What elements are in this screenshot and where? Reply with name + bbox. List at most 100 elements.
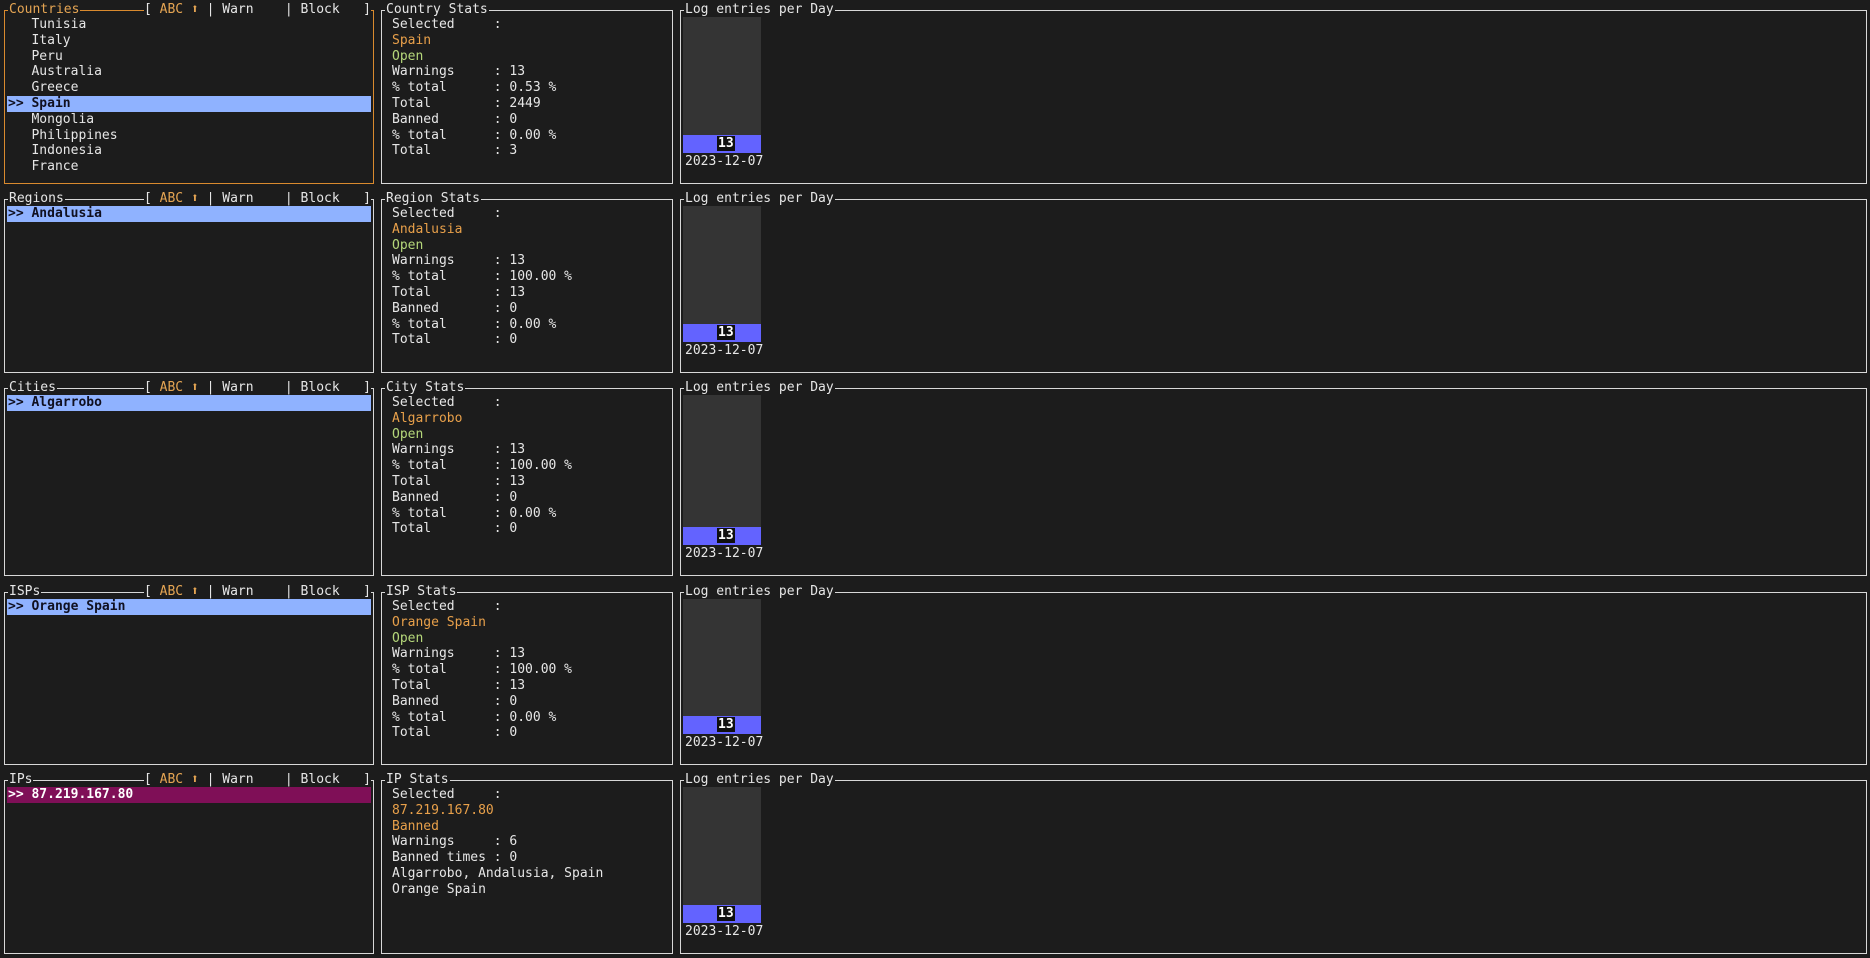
stat-line: Algarrobo, Andalusia, Spain (392, 865, 604, 881)
stat-line: % total : 0.00 % (392, 127, 557, 143)
sort-block-button[interactable]: | Block (277, 191, 363, 206)
sort-abc-button[interactable]: ABC ⬆ (152, 380, 199, 395)
chart-bar: 13 (683, 905, 761, 923)
list-item-selected[interactable]: >> Orange Spain (7, 599, 371, 615)
chart-date-label: 2023-12-07 (685, 154, 764, 169)
stat-line: Total : 3 (392, 143, 518, 159)
chart-bar: 13 (683, 527, 761, 545)
list-item[interactable]: Tunisia (7, 17, 371, 33)
chart-date-label: 2023-12-07 (685, 343, 764, 358)
list-item[interactable]: France (7, 159, 371, 175)
chart-column-background (683, 599, 761, 734)
city-log-chart-title: Log entries per Day (684, 380, 835, 396)
sort-abc-button[interactable]: ABC ⬆ (152, 2, 199, 17)
regions-list[interactable]: >> Andalusia (7, 206, 371, 222)
isp-log-chart: 13 2023-12-07 (683, 599, 763, 764)
sort-abc-button[interactable]: ABC ⬆ (152, 772, 199, 787)
stat-line: Banned times : 0 (392, 850, 518, 866)
list-item[interactable]: Australia (7, 64, 371, 80)
sort-warn-button[interactable]: | Warn (199, 2, 277, 17)
chart-bar: 13 (683, 135, 761, 153)
stat-line: % total : 100.00 % (392, 662, 573, 678)
sort-abc-button[interactable]: ABC ⬆ (152, 584, 199, 599)
list-item-selected[interactable]: >> 87.219.167.80 (7, 787, 371, 803)
stat-line: Total : 2449 (392, 95, 541, 111)
country-stats: Selected : Spain Open Warnings : 13% total … (392, 17, 668, 159)
list-item[interactable]: Italy (7, 33, 371, 49)
city-log-chart: 13 2023-12-07 (683, 395, 763, 575)
country-log-chart-title: Log entries per Day (684, 2, 835, 18)
ip-stats: Selected :87.219.167.80 Banned Warnings : … (392, 787, 668, 898)
isps-list-title: ISPs (8, 584, 42, 600)
stat-line: Selected : (392, 787, 502, 802)
list-item-selected[interactable]: >> Algarrobo (7, 395, 371, 411)
list-item[interactable]: Indonesia (7, 143, 371, 159)
stat-line: % total : 0.00 % (392, 709, 557, 725)
sort-block-button[interactable]: | Block (277, 2, 363, 17)
ips-list[interactable]: >> 87.219.167.80 (7, 787, 371, 803)
chart-bar-value: 13 (717, 906, 735, 921)
list-item-selected[interactable]: >> Andalusia (7, 206, 371, 222)
isps-sort-bar: [ ABC ⬆ | Warn | Block ] (144, 584, 371, 600)
list-item[interactable]: Peru (7, 49, 371, 65)
stat-line: Banned : 0 (392, 489, 518, 505)
cities-list[interactable]: >> Algarrobo (7, 395, 371, 411)
stat-line: Total : 0 (392, 725, 518, 741)
stat-line: Algarrobo (392, 410, 463, 426)
stat-line: Spain (392, 32, 432, 48)
chart-column-background (683, 395, 761, 545)
sort-block-button[interactable]: | Block (277, 584, 363, 599)
stat-line: Total : 0 (392, 332, 518, 348)
stat-line: % total : 100.00 % (392, 458, 573, 474)
city-stats-panel: City Stats Selected : Algarrobo Open Warnin… (381, 380, 673, 576)
stat-line: % total : 0.00 % (392, 505, 557, 521)
regions-list-panel[interactable]: Regions [ ABC ⬆ | Warn | Block ] >> Anda… (4, 191, 374, 373)
sort-block-button[interactable]: | Block (277, 380, 363, 395)
chart-column-background (683, 206, 761, 342)
regions-list-title: Regions (8, 191, 65, 207)
sort-block-button[interactable]: | Block (277, 772, 363, 787)
stat-line: Open (392, 630, 424, 646)
ip-log-chart: 13 2023-12-07 (683, 787, 763, 953)
countries-list[interactable]: Tunisia Italy Peru Australia Greece >> Sp… (7, 17, 371, 175)
list-item[interactable]: Greece (7, 80, 371, 96)
isps-list-panel[interactable]: ISPs [ ABC ⬆ | Warn | Block ] >> Orange … (4, 584, 374, 765)
stat-line: Banned : 0 (392, 111, 518, 127)
stat-line: Open (392, 426, 424, 442)
stat-line: Warnings : 13 (392, 646, 526, 662)
sort-warn-button[interactable]: | Warn (199, 380, 277, 395)
countries-list-title: Countries (8, 2, 81, 18)
stat-line: Selected : (392, 395, 502, 410)
region-stats: Selected : Andalusia Open Warnings : 13% to… (392, 206, 668, 348)
stat-line: Banned : 0 (392, 693, 518, 709)
ip-stats-title: IP Stats (385, 772, 450, 788)
list-item[interactable]: Philippines (7, 128, 371, 144)
stat-line: Total : 13 (392, 677, 526, 693)
stat-line: Total : 13 (392, 473, 526, 489)
list-item-selected[interactable]: >> Spain (7, 95, 371, 112)
isp-log-chart-panel: Log entries per Day 13 2023-12-07 (680, 584, 1867, 765)
region-stats-panel: Region Stats Selected : Andalusia Open Warn… (381, 191, 673, 373)
stat-line: Orange Spain (392, 614, 486, 630)
city-stats-title: City Stats (385, 380, 466, 396)
stat-line: Warnings : 13 (392, 64, 526, 80)
ip-stats-panel: IP Stats Selected :87.219.167.80 Banned Wa… (381, 772, 673, 954)
stat-line: Selected : (392, 599, 502, 614)
chart-bar-value: 13 (717, 136, 735, 151)
cities-list-title: Cities (8, 380, 57, 396)
list-item[interactable]: Mongolia (7, 112, 371, 128)
cities-list-panel[interactable]: Cities [ ABC ⬆ | Warn | Block ] >> Algar… (4, 380, 374, 576)
stat-line: Open (392, 48, 424, 64)
sort-abc-button[interactable]: ABC ⬆ (152, 191, 199, 206)
chart-bar-value: 13 (717, 717, 735, 732)
countries-list-panel[interactable]: Countries [ ABC ⬆ | Warn | Block ] Tunis… (4, 2, 374, 184)
stat-line: Total : 0 (392, 521, 518, 537)
country-stats-panel: Country Stats Selected : Spain Open Warning… (381, 2, 673, 184)
ips-list-panel[interactable]: IPs [ ABC ⬆ | Warn | Block ] >> 87.219.1… (4, 772, 374, 954)
ip-log-chart-title: Log entries per Day (684, 772, 835, 788)
ip-log-chart-panel: Log entries per Day 13 2023-12-07 (680, 772, 1867, 954)
sort-warn-button[interactable]: | Warn (199, 191, 277, 206)
isps-list[interactable]: >> Orange Spain (7, 599, 371, 615)
sort-warn-button[interactable]: | Warn (199, 584, 277, 599)
sort-warn-button[interactable]: | Warn (199, 772, 277, 787)
